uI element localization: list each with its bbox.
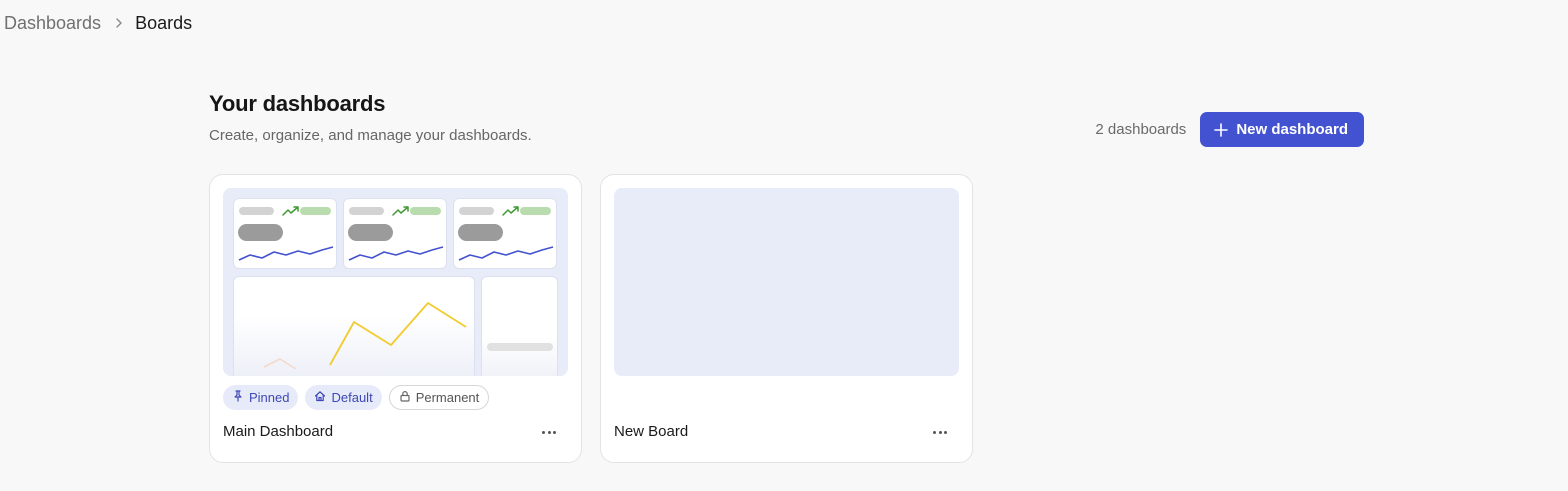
dashboard-count: 2 dashboards — [1095, 121, 1187, 138]
tag-permanent: Permanent — [388, 385, 490, 410]
dashboard-card[interactable]: New Board — [600, 174, 973, 463]
page-subtitle: Create, organize, and manage your dashbo… — [209, 127, 532, 144]
preview-kpi-tile — [233, 198, 337, 269]
sparkline — [238, 246, 334, 261]
sparkline — [348, 246, 444, 261]
breadcrumb: Dashboards Boards — [4, 11, 192, 35]
dashboard-title: Main Dashboard — [223, 423, 334, 440]
dashboard-preview-empty — [614, 188, 959, 376]
more-horizontal-icon[interactable] — [537, 420, 561, 444]
trend-up-icon — [502, 206, 519, 216]
trend-up-icon — [282, 206, 299, 216]
toolbar: 2 dashboards New dashboard — [1095, 112, 1364, 147]
pin-icon — [232, 390, 244, 405]
page-title: Your dashboards — [209, 91, 386, 116]
dashboard-card[interactable]: Pinned Default Permanent Main Dashboard — [209, 174, 582, 463]
breadcrumb-current: Boards — [135, 12, 193, 33]
more-horizontal-icon[interactable] — [928, 420, 952, 444]
new-dashboard-button[interactable]: New dashboard — [1200, 112, 1364, 147]
breadcrumb-dashboards-link[interactable]: Dashboards — [4, 13, 101, 34]
lock-icon — [399, 390, 411, 405]
dashboard-title: New Board — [614, 423, 689, 440]
dashboard-preview — [223, 188, 568, 376]
sparkline — [458, 246, 554, 261]
trend-up-icon — [392, 206, 409, 216]
preview-side-panel — [481, 276, 558, 376]
chevron-right-icon — [113, 17, 125, 29]
preview-kpi-tile — [453, 198, 557, 269]
page-header: Your dashboards Create, organize, and ma… — [209, 91, 532, 144]
plus-icon — [1214, 122, 1229, 137]
new-dashboard-label: New dashboard — [1236, 121, 1348, 138]
tag-default: Default — [305, 385, 382, 410]
preview-kpi-tile — [343, 198, 447, 269]
tag-list: Pinned Default Permanent — [223, 385, 490, 410]
home-icon — [314, 390, 326, 405]
preview-line-chart — [233, 276, 475, 376]
tag-pinned: Pinned — [223, 385, 299, 410]
